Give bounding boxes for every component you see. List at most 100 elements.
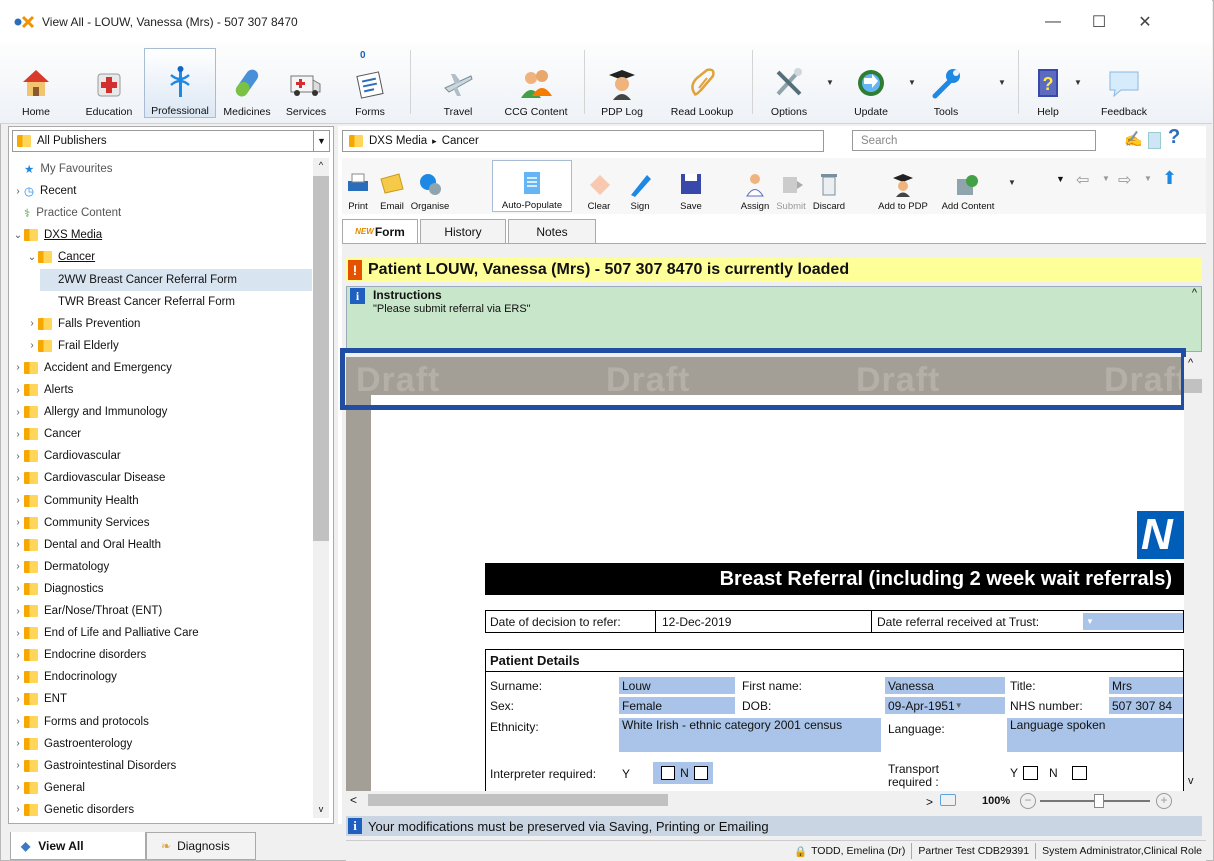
tree-item[interactable]: › Gastrointestinal Disorders — [12, 755, 176, 777]
tree-item[interactable]: › General — [12, 777, 85, 799]
document-vertical-scrollbar[interactable]: ^ v — [1184, 357, 1202, 791]
tree-expand-icon[interactable]: › — [12, 694, 24, 705]
tree-expand-icon[interactable]: › — [12, 407, 24, 418]
tree-item[interactable]: › Endocrine disorders — [12, 644, 146, 666]
back-arrow-icon[interactable]: ⇦ — [1076, 170, 1089, 190]
tree-expand-icon[interactable]: › — [12, 385, 24, 396]
tree-expand-icon[interactable]: › — [26, 318, 38, 329]
maximize-button[interactable]: ☐ — [1076, 0, 1122, 44]
ribbon-medicines[interactable]: Medicines — [218, 48, 276, 118]
tree-expand-icon[interactable]: › — [12, 495, 24, 506]
document-icon[interactable] — [1148, 132, 1161, 149]
tree-item[interactable]: › Forms and protocols — [12, 711, 149, 733]
collapse-icon[interactable]: ^ — [1192, 287, 1197, 299]
pin-icon[interactable]: ✍ — [1124, 130, 1143, 148]
breadcrumb-root[interactable]: DXS Media — [369, 135, 427, 147]
tree-expand-icon[interactable]: › — [12, 804, 24, 815]
tree-expand-icon[interactable]: ⌄ — [12, 230, 24, 241]
tab-notes[interactable]: Notes — [508, 219, 596, 243]
minimize-button[interactable]: — — [1030, 0, 1076, 44]
ribbon-feedback[interactable]: Feedback — [1094, 48, 1154, 118]
tree-item[interactable]: › ◷ Recent — [12, 180, 76, 202]
tab-form[interactable]: NEW Form — [342, 219, 418, 243]
tree-expand-icon[interactable]: › — [12, 429, 24, 440]
tree-item[interactable]: ⚕ Practice Content — [12, 202, 121, 224]
publisher-select[interactable]: All Publishers ▼ — [12, 130, 330, 152]
scroll-up-icon[interactable]: ^ — [313, 160, 329, 174]
email-button[interactable]: Email — [376, 160, 408, 212]
tree-expand-icon[interactable]: › — [12, 738, 24, 749]
chevron-down-icon[interactable]: ▼ — [313, 131, 329, 151]
scroll-left-icon[interactable]: < — [350, 793, 357, 807]
tab-history[interactable]: History — [420, 219, 506, 243]
tree-expand-icon[interactable]: › — [12, 583, 24, 594]
interpreter-yes-checkbox[interactable] — [661, 766, 676, 780]
ribbon-professional[interactable]: Professional — [144, 48, 216, 118]
zoom-in-icon[interactable]: + — [1156, 793, 1172, 809]
tree-expand-icon[interactable]: › — [12, 517, 24, 528]
tree-expand-icon[interactable]: › — [12, 760, 24, 771]
scroll-down-icon[interactable]: v — [1188, 775, 1194, 787]
interpreter-no-checkbox[interactable] — [693, 766, 708, 780]
tree-item[interactable]: › Accident and Emergency — [12, 357, 172, 379]
tree-item[interactable]: › Endocrinology — [12, 666, 117, 688]
save-button[interactable]: Save — [672, 160, 710, 212]
tree-item[interactable]: › Frail Elderly — [26, 335, 119, 357]
ribbon-services[interactable]: Services — [280, 48, 332, 118]
search-input[interactable]: Search — [852, 130, 1096, 151]
zoom-out-icon[interactable]: − — [1020, 793, 1036, 809]
horizontal-scroll-thumb[interactable] — [368, 794, 668, 806]
tree-item[interactable]: › Alerts — [12, 379, 73, 401]
print-button[interactable]: Print — [344, 160, 372, 212]
ribbon-update[interactable]: Update — [848, 48, 894, 118]
tree-item[interactable]: TWR Breast Cancer Referral Form — [40, 291, 235, 313]
decision-date-field[interactable]: 12-Dec-2019 — [659, 613, 869, 630]
tree-expand-icon[interactable]: › — [12, 672, 24, 683]
organise-button[interactable]: Organise — [410, 160, 450, 212]
breadcrumb-leaf[interactable]: Cancer — [442, 135, 479, 147]
tree-expand-icon[interactable]: › — [12, 782, 24, 793]
tree-item[interactable]: ⌄ Cancer — [26, 246, 95, 268]
tree-expand-icon[interactable]: › — [12, 628, 24, 639]
tree-item[interactable]: 2WW Breast Cancer Referral Form — [40, 268, 312, 291]
tree-item[interactable]: › Cardiovascular — [12, 445, 121, 467]
ribbon-help[interactable]: ? Help — [1030, 48, 1066, 118]
auto-populate-button[interactable]: Auto-Populate — [492, 160, 572, 212]
transport-yes-checkbox[interactable] — [1023, 766, 1039, 780]
ethnicity-field[interactable]: White Irish - ethnic category 2001 censu… — [619, 718, 881, 752]
ribbon-read-lookup[interactable]: Read Lookup — [666, 48, 738, 118]
tree-item[interactable]: › Diagnostics — [12, 578, 103, 600]
tab-diagnosis[interactable]: ❧ Diagnosis — [146, 832, 256, 860]
tree-item[interactable]: ★ My Favourites — [12, 158, 113, 180]
clear-button[interactable]: Clear — [584, 160, 614, 212]
tree-expand-icon[interactable]: › — [12, 539, 24, 550]
tree-item[interactable]: › Allergy and Immunology — [12, 401, 167, 423]
submit-button[interactable]: Submit — [774, 160, 808, 212]
expand-arrow-icon[interactable]: > — [926, 795, 933, 809]
assign-button[interactable]: Assign — [738, 160, 772, 212]
tree-item[interactable]: › Dermatology — [12, 556, 109, 578]
ribbon-forms[interactable]: Forms — [348, 48, 392, 118]
surname-field[interactable]: Louw — [619, 677, 735, 694]
tree-item[interactable]: ⌄ DXS Media — [12, 224, 102, 246]
tree-item[interactable]: › Community Health — [12, 490, 139, 512]
up-arrow-icon[interactable]: ⬆ — [1162, 168, 1177, 189]
tree-item[interactable]: › Genetic disorders — [12, 799, 134, 818]
ribbon-education[interactable]: Education — [80, 48, 138, 118]
tree-expand-icon[interactable]: › — [12, 716, 24, 727]
received-date-field[interactable]: ▼ — [1083, 613, 1183, 630]
ribbon-home[interactable]: Home — [14, 48, 58, 118]
vertical-scroll-thumb[interactable] — [1184, 379, 1202, 393]
tab-view-all[interactable]: ◆ View All — [10, 832, 146, 860]
discard-button[interactable]: Discard — [810, 160, 848, 212]
tree-item[interactable]: › End of Life and Palliative Care — [12, 622, 199, 644]
tree-item[interactable]: › Gastroenterology — [12, 733, 132, 755]
tree-scroll-thumb[interactable] — [313, 176, 329, 541]
tree-expand-icon[interactable]: › — [12, 362, 24, 373]
first-name-field[interactable]: Vanessa — [885, 677, 1005, 694]
tree-expand-icon[interactable]: › — [12, 451, 24, 462]
scroll-up-icon[interactable]: ^ — [1188, 357, 1193, 369]
tree-item[interactable]: › Falls Prevention — [26, 313, 140, 335]
comment-icon[interactable] — [940, 794, 956, 806]
transport-no-checkbox[interactable] — [1071, 766, 1087, 780]
